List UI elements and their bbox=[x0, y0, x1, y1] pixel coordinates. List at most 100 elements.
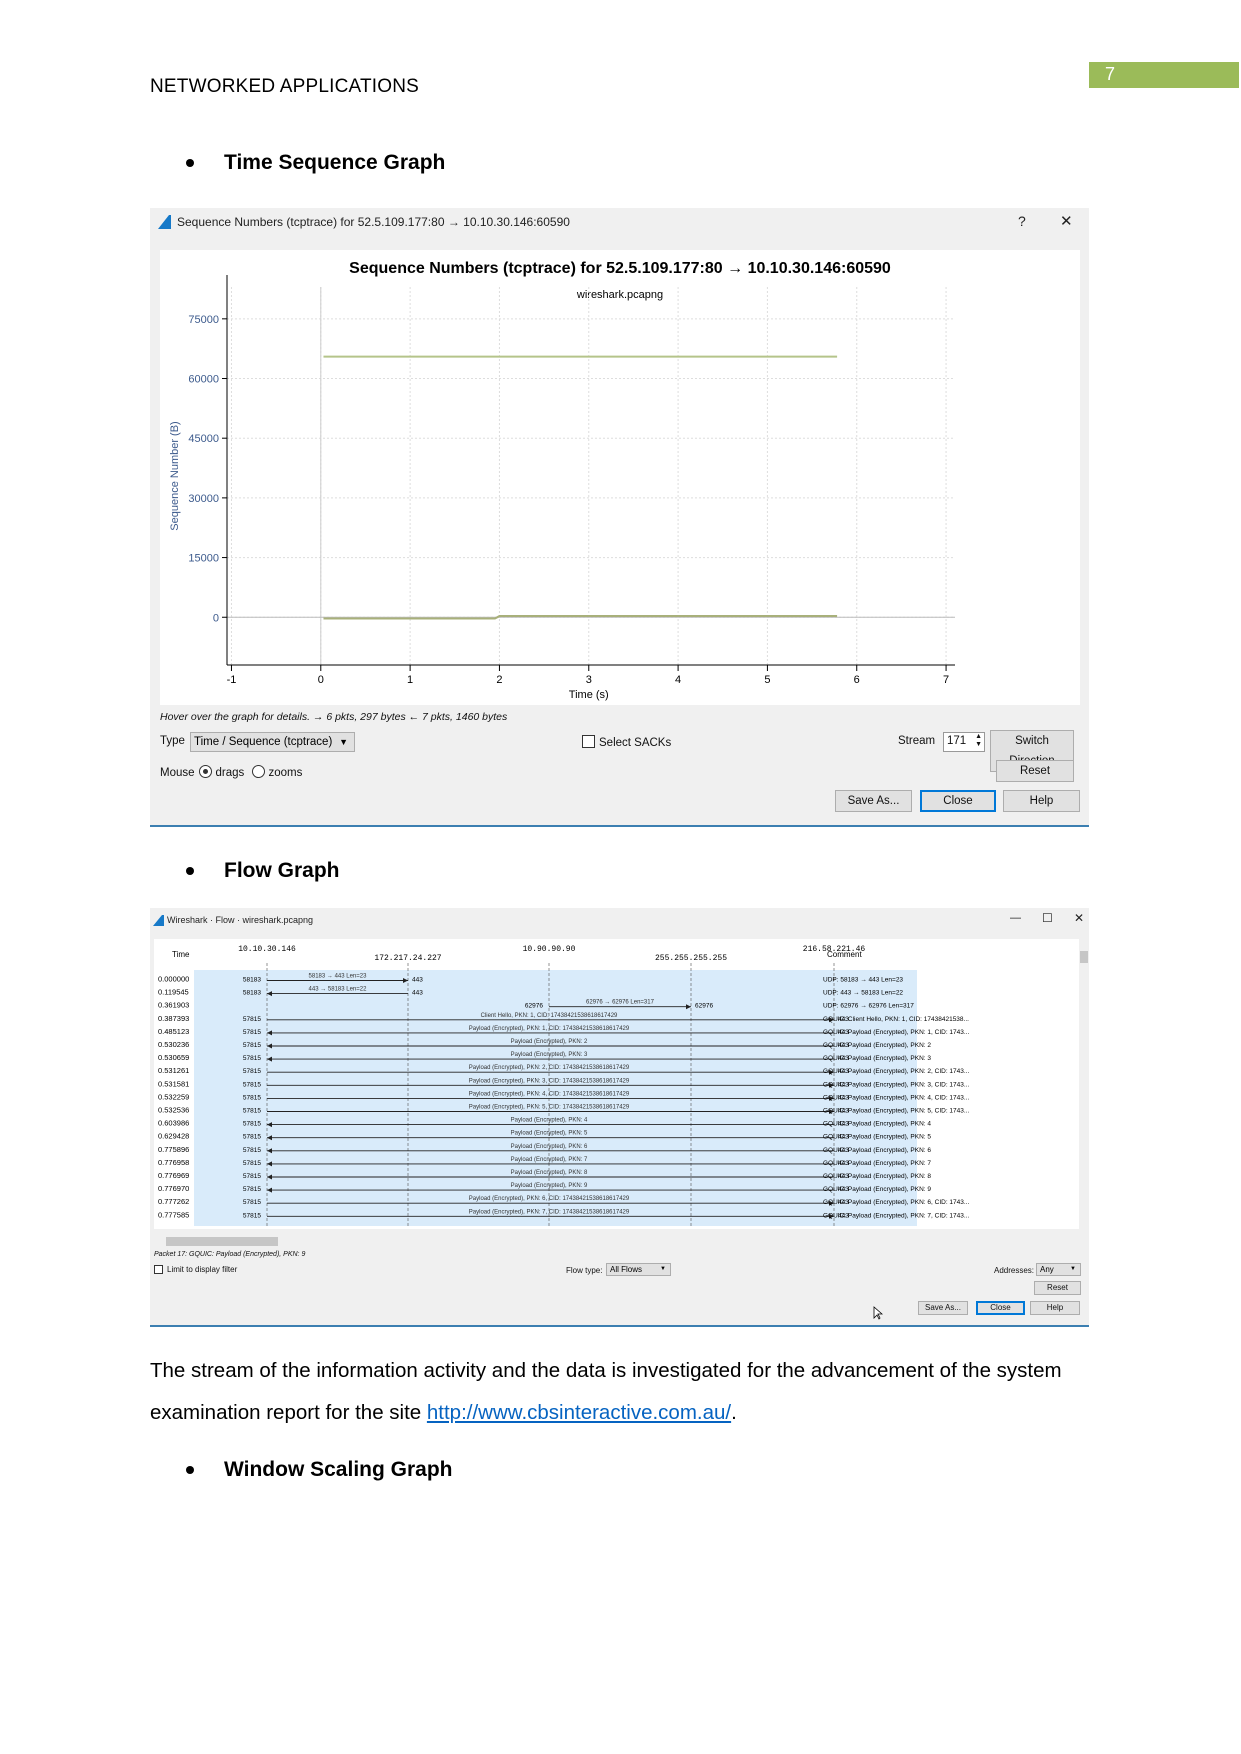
row-time: 0.532536 bbox=[158, 1106, 189, 1115]
y-tick-label: 45000 bbox=[188, 433, 219, 445]
host-header: 172.217.24.227 bbox=[374, 954, 441, 963]
flow-label: Payload (Encrypted), PKN: 2 bbox=[511, 1039, 588, 1045]
row-time: 0.532259 bbox=[158, 1092, 189, 1101]
y-tick-label: 30000 bbox=[188, 493, 219, 505]
running-header: NETWORKED APPLICATIONS bbox=[150, 76, 420, 97]
row-left-port: 57815 bbox=[243, 1042, 261, 1049]
scrollbar-thumb[interactable] bbox=[166, 1237, 278, 1246]
row-time: 0.776969 bbox=[158, 1171, 189, 1180]
row-left-port: 62976 bbox=[525, 1003, 543, 1010]
y-tick-label: 15000 bbox=[188, 553, 219, 565]
y-tick-label: 75000 bbox=[188, 314, 219, 326]
row-comment: GQUIC: Payload (Encrypted), PKN: 7, CID:… bbox=[823, 1212, 970, 1219]
window-title: Sequence Numbers (tcptrace) for 52.5.109… bbox=[177, 215, 570, 229]
wireshark-fin-icon bbox=[158, 215, 171, 229]
select-sacks-label: Select SACKs bbox=[599, 737, 672, 749]
flow-label: 58183 → 443 Len=23 bbox=[309, 974, 368, 980]
heading-text: Time Sequence Graph bbox=[224, 151, 446, 174]
help-icon[interactable]: ? bbox=[1018, 213, 1026, 229]
flow-label: Payload (Encrypted), PKN: 1, CID: 174384… bbox=[469, 1026, 630, 1032]
drags-radio[interactable] bbox=[198, 765, 212, 778]
graph-panel[interactable]: Sequence Numbers (tcptrace) for 52.5.109… bbox=[160, 250, 1080, 705]
page-number: 7 bbox=[1105, 64, 1116, 84]
host-header: 10.90.90.90 bbox=[523, 945, 576, 954]
flow-label: Payload (Encrypted), PKN: 5 bbox=[511, 1131, 588, 1137]
help-button[interactable]: Help bbox=[1003, 790, 1080, 812]
page-number-badge: 7 bbox=[1089, 62, 1239, 88]
y-axis-label: Sequence Number (B) bbox=[169, 421, 181, 530]
row-left-port: 57815 bbox=[243, 1121, 261, 1128]
dropdown-arrow-icon: ▼ bbox=[660, 1266, 666, 1272]
row-time: 0.629428 bbox=[158, 1132, 189, 1141]
site-link[interactable]: http://www.cbsinteractive.com.au/ bbox=[427, 1401, 731, 1424]
bullet-icon bbox=[186, 1466, 194, 1474]
row-left-port: 57815 bbox=[243, 1147, 261, 1154]
flow-type-value: All Flows bbox=[610, 1265, 643, 1274]
reset-button[interactable]: Reset bbox=[1034, 1281, 1081, 1295]
flow-label: Payload (Encrypted), PKN: 7 bbox=[511, 1157, 588, 1163]
row-time: 0.777585 bbox=[158, 1210, 189, 1219]
row-comment: GQUIC: Payload (Encrypted), PKN: 2 bbox=[823, 1042, 931, 1049]
type-value: Time / Sequence (tcptrace) bbox=[194, 736, 333, 748]
close-button[interactable]: Close bbox=[920, 790, 996, 812]
stream-spinbox[interactable]: 171 ▲ ▼ bbox=[943, 732, 985, 752]
flow-label: 443 → 58183 Len=22 bbox=[309, 987, 368, 993]
scrollbar-thumb[interactable] bbox=[1080, 951, 1088, 963]
row-time: 0.000000 bbox=[158, 975, 189, 984]
flow-label: Payload (Encrypted), PKN: 7, CID: 174384… bbox=[469, 1209, 630, 1215]
row-comment: GQUIC: Payload (Encrypted), PKN: 3, CID:… bbox=[823, 1081, 970, 1088]
body-paragraph: The stream of the information activity a… bbox=[150, 1350, 1100, 1434]
section-heading-time-sequence: Time Sequence Graph bbox=[186, 151, 446, 175]
stream-label: Stream bbox=[898, 735, 936, 747]
row-time: 0.775896 bbox=[158, 1145, 189, 1154]
flow-type-select[interactable]: All Flows ▼ bbox=[606, 1263, 671, 1276]
help-button[interactable]: Help bbox=[1030, 1301, 1080, 1315]
maximize-icon[interactable]: ☐ bbox=[1042, 911, 1053, 925]
row-comment: GQUIC: Payload (Encrypted), PKN: 4, CID:… bbox=[823, 1094, 970, 1101]
reset-button[interactable]: Reset bbox=[996, 760, 1074, 782]
close-icon[interactable]: ✕ bbox=[1074, 911, 1084, 925]
row-left-port: 57815 bbox=[243, 1016, 261, 1023]
save-as-button[interactable]: Save As... bbox=[835, 790, 912, 812]
row-left-port: 57815 bbox=[243, 1081, 261, 1088]
row-time: 0.530659 bbox=[158, 1053, 189, 1062]
row-left-port: 57815 bbox=[243, 1173, 261, 1180]
mouse-label: Mouse bbox=[160, 767, 195, 779]
close-icon[interactable]: ✕ bbox=[1060, 212, 1073, 230]
zooms-radio[interactable] bbox=[251, 765, 265, 778]
row-time: 0.387393 bbox=[158, 1014, 189, 1023]
section-heading-window-scaling: Window Scaling Graph bbox=[186, 1458, 453, 1482]
hover-status: Hover over the graph for details. → 6 pk… bbox=[160, 711, 508, 723]
flow-label: Payload (Encrypted), PKN: 3, CID: 174384… bbox=[469, 1078, 630, 1084]
limit-filter-checkbox[interactable]: Limit to display filter bbox=[154, 1265, 237, 1274]
stream-value: 171 bbox=[947, 735, 967, 747]
row-comment: GQUIC: Payload (Encrypted), PKN: 3 bbox=[823, 1055, 931, 1062]
save-as-button[interactable]: Save As... bbox=[918, 1301, 968, 1315]
minimize-icon[interactable]: — bbox=[1010, 912, 1021, 924]
addresses-select[interactable]: Any ▼ bbox=[1036, 1263, 1081, 1276]
packet-status: Packet 17: GQUIC: Payload (Encrypted), P… bbox=[154, 1251, 306, 1258]
spinner-arrows-icon[interactable]: ▲ ▼ bbox=[975, 733, 982, 749]
close-button[interactable]: Close bbox=[976, 1301, 1025, 1315]
wireshark-fin-icon bbox=[153, 915, 164, 926]
flow-label: Payload (Encrypted), PKN: 2, CID: 174384… bbox=[469, 1065, 630, 1071]
sequence-chart[interactable]: Sequence Numbers (tcptrace) for 52.5.109… bbox=[160, 250, 1080, 705]
vertical-scrollbar[interactable] bbox=[1079, 939, 1089, 1229]
horizontal-scrollbar[interactable] bbox=[154, 1237, 1079, 1246]
row-time: 0.776958 bbox=[158, 1158, 189, 1167]
row-comment: UDP: 443 → 58183 Len=22 bbox=[823, 990, 903, 997]
row-comment: GQUIC: Payload (Encrypted), PKN: 5 bbox=[823, 1134, 931, 1141]
type-select[interactable]: Time / Sequence (tcptrace) ▼ bbox=[190, 732, 355, 752]
row-left-port: 57815 bbox=[243, 1068, 261, 1075]
flow-label: Payload (Encrypted), PKN: 5, CID: 174384… bbox=[469, 1105, 630, 1111]
row-comment: GQUIC: Payload (Encrypted), PKN: 6, CID:… bbox=[823, 1199, 970, 1206]
row-time: 0.603986 bbox=[158, 1119, 189, 1128]
bullet-icon bbox=[186, 867, 194, 875]
row-left-port: 57815 bbox=[243, 1199, 261, 1206]
host-header: 10.10.30.146 bbox=[238, 945, 296, 954]
mouse-mode-group: Mouse drags zooms bbox=[160, 765, 302, 779]
addresses-label: Addresses: bbox=[994, 1266, 1035, 1275]
flow-diagram-panel[interactable]: Time Comment 10.10.30.146 172.217.24.227 10.… bbox=[154, 939, 1079, 1229]
select-sacks-checkbox[interactable]: Select SACKs bbox=[582, 735, 671, 749]
flow-diagram[interactable]: Time Comment10.10.30.146172.217.24.22710.… bbox=[154, 939, 1079, 1229]
